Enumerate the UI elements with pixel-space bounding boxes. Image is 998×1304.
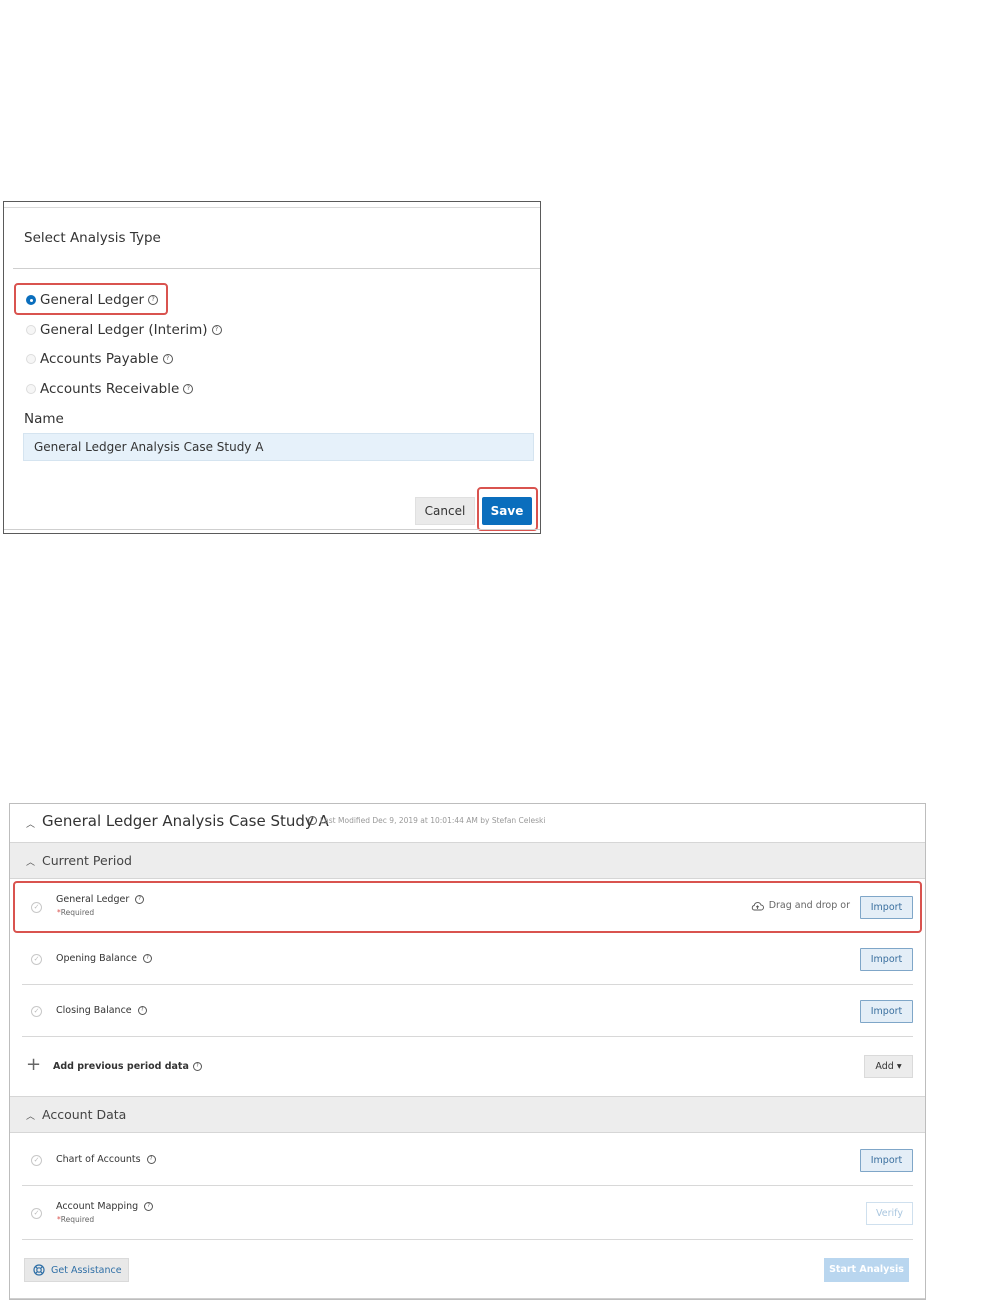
check-circle-icon: ✓ — [31, 1208, 42, 1219]
row-label: Closing Balance ? — [56, 1005, 147, 1016]
add-previous-period-text: Add previous period data — [53, 1061, 189, 1072]
help-icon[interactable]: ? — [183, 384, 194, 394]
panel-header: ︿ General Ledger Analysis Case Study A ?… — [10, 804, 925, 843]
radio-accounts-payable[interactable] — [26, 354, 36, 364]
option-label: General Ledger — [40, 292, 145, 308]
radio-general-ledger-interim[interactable] — [26, 325, 36, 335]
help-icon[interactable]: ? — [148, 295, 159, 305]
save-button[interactable]: Save — [482, 497, 532, 525]
help-icon[interactable]: ? — [211, 325, 222, 335]
dialog-title: Select Analysis Type — [24, 230, 161, 246]
lifebuoy-icon — [33, 1264, 45, 1276]
import-chart-of-accounts-button[interactable]: Import — [860, 1149, 913, 1172]
panel-bottom-border — [10, 1298, 925, 1299]
dialog-header-divider — [13, 268, 540, 269]
section-account-data[interactable]: ︿ Account Data — [10, 1096, 925, 1133]
cancel-button[interactable]: Cancel — [415, 497, 475, 525]
option-general-ledger[interactable]: General Ledger ? — [26, 292, 159, 308]
check-circle-icon: ✓ — [31, 954, 42, 965]
option-accounts-receivable[interactable]: Accounts Receivable ? — [26, 381, 194, 397]
row-chart-of-accounts: ✓ Chart of Accounts ? Import — [22, 1134, 913, 1186]
help-icon[interactable]: ? — [192, 1062, 202, 1071]
analysis-panel: ︿ General Ledger Analysis Case Study A ?… — [9, 803, 926, 1300]
check-circle-icon: ✓ — [31, 1155, 42, 1166]
radio-general-ledger[interactable] — [26, 295, 36, 305]
select-analysis-dialog: Select Analysis Type General Ledger ? Ge… — [3, 201, 541, 534]
help-icon[interactable]: ? — [144, 1202, 154, 1211]
panel-title: General Ledger Analysis Case Study A — [42, 812, 329, 830]
chevron-up-icon[interactable]: ︿ — [26, 855, 35, 868]
verify-button[interactable]: Verify — [866, 1202, 913, 1225]
add-previous-period-label[interactable]: Add previous period data ? — [53, 1061, 202, 1072]
section-current-period[interactable]: ︿ Current Period — [10, 842, 925, 879]
row-opening-balance: ✓ Opening Balance ? Import — [22, 934, 913, 985]
name-input[interactable]: General Ledger Analysis Case Study A — [23, 433, 534, 461]
help-icon[interactable]: ? — [162, 354, 173, 364]
required-note: *Required — [57, 1215, 95, 1224]
option-label: General Ledger (Interim) — [40, 322, 208, 338]
dialog-bottom-divider — [4, 529, 540, 530]
check-circle-icon: ✓ — [31, 1006, 42, 1017]
plus-icon[interactable]: + — [26, 1056, 41, 1074]
option-general-ledger-interim[interactable]: General Ledger (Interim) ? — [26, 322, 222, 338]
section-title: Account Data — [42, 1107, 127, 1122]
start-analysis-button[interactable]: Start Analysis — [824, 1258, 909, 1282]
row-label-text: Opening Balance — [56, 953, 137, 964]
option-accounts-payable[interactable]: Accounts Payable ? — [26, 351, 173, 367]
help-icon[interactable]: ? — [142, 954, 152, 963]
row-account-mapping: ✓ Account Mapping ? *Required Verify — [22, 1186, 913, 1240]
row-label: Account Mapping ? — [56, 1201, 154, 1212]
name-label: Name — [24, 411, 64, 427]
row-label: Opening Balance ? — [56, 953, 152, 964]
get-assistance-button[interactable]: Get Assistance — [24, 1258, 129, 1282]
radio-accounts-receivable[interactable] — [26, 384, 36, 394]
row-label-text: Chart of Accounts — [56, 1154, 141, 1165]
option-label: Accounts Receivable — [40, 381, 180, 397]
get-assistance-label: Get Assistance — [51, 1264, 122, 1276]
row-closing-balance: ✓ Closing Balance ? Import — [22, 985, 913, 1037]
row-label: Chart of Accounts ? — [56, 1154, 156, 1165]
last-modified-text: Last Modified Dec 9, 2019 at 10:01:44 AM… — [320, 816, 546, 825]
row-label-text: Closing Balance — [56, 1005, 132, 1016]
panel-meta: ? Last Modified Dec 9, 2019 at 10:01:44 … — [308, 816, 545, 825]
chevron-up-icon[interactable]: ︿ — [26, 817, 35, 830]
dialog-top-divider — [4, 207, 540, 208]
help-icon[interactable]: ? — [308, 816, 317, 825]
section-title: Current Period — [42, 853, 132, 868]
required-text: Required — [60, 1215, 95, 1224]
add-dropdown-button[interactable]: Add ▾ — [864, 1055, 913, 1078]
help-icon[interactable]: ? — [146, 1155, 156, 1164]
general-ledger-highlight — [13, 881, 922, 933]
import-closing-balance-button[interactable]: Import — [860, 1000, 913, 1023]
help-icon[interactable]: ? — [137, 1006, 147, 1015]
option-label: Accounts Payable — [40, 351, 159, 367]
import-opening-balance-button[interactable]: Import — [860, 948, 913, 971]
row-label-text: Account Mapping — [56, 1201, 139, 1212]
row-add-previous-period: + Add previous period data ? Add ▾ — [10, 1037, 913, 1095]
chevron-up-icon[interactable]: ︿ — [26, 1109, 35, 1122]
